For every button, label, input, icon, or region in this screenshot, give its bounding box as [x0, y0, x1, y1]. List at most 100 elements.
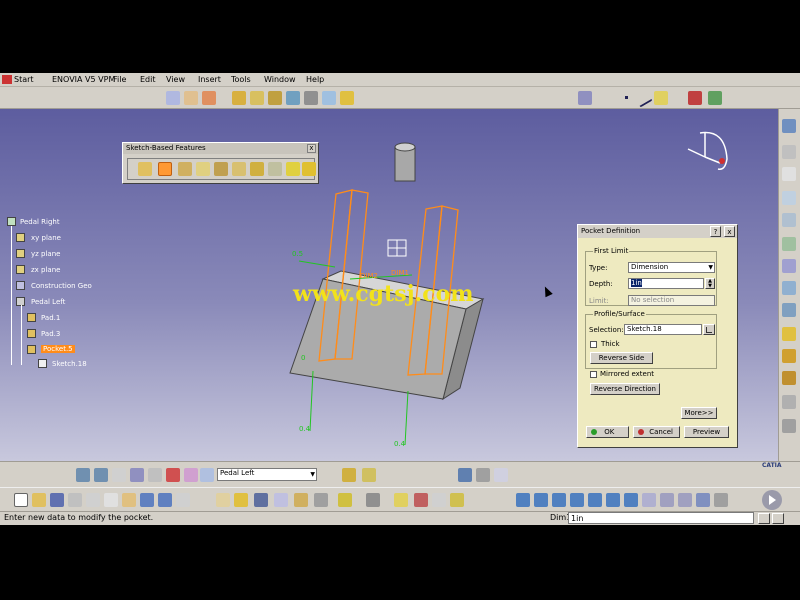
pan-icon[interactable]	[534, 493, 548, 507]
tree-item-sketch18[interactable]: Sketch.18	[52, 360, 87, 368]
constraint-icon[interactable]	[782, 191, 796, 205]
surface-icon[interactable]	[782, 303, 796, 317]
normal-icon[interactable]	[624, 493, 638, 507]
tree-item-pad3[interactable]: Pad.3	[41, 330, 60, 338]
sketch-analysis-icon[interactable]	[338, 493, 352, 507]
measure-icon[interactable]	[112, 468, 126, 482]
play-button[interactable]	[762, 490, 782, 510]
view-icon[interactable]	[714, 493, 728, 507]
loft-icon[interactable]	[286, 162, 300, 176]
draft-icon[interactable]	[782, 349, 796, 363]
print-icon[interactable]	[68, 493, 82, 507]
preview-button[interactable]: Preview	[684, 426, 729, 438]
thread-icon[interactable]	[782, 419, 796, 433]
update-icon[interactable]	[362, 468, 376, 482]
hide-icon[interactable]	[166, 468, 180, 482]
shell-icon[interactable]	[782, 395, 796, 409]
menu-tools[interactable]: Tools	[231, 75, 251, 84]
macro-icon[interactable]	[314, 493, 328, 507]
fit-all-icon[interactable]	[516, 493, 530, 507]
parameter-icon[interactable]	[414, 493, 428, 507]
select-all-icon[interactable]	[216, 493, 230, 507]
save-icon[interactable]	[50, 493, 64, 507]
menu-edit[interactable]: Edit	[140, 75, 156, 84]
menu-file[interactable]: File	[113, 75, 126, 84]
select-icon[interactable]	[166, 91, 180, 105]
sketch-edit-button[interactable]	[703, 324, 715, 335]
pad-icon[interactable]	[232, 91, 246, 105]
rotate-view-icon[interactable]	[552, 493, 566, 507]
swap-space-icon[interactable]	[696, 493, 710, 507]
copy-icon[interactable]	[104, 493, 118, 507]
depth-stepper[interactable]: ▲ ▼	[705, 278, 715, 289]
body-selector[interactable]: Pedal Left ▼	[217, 468, 317, 481]
dim-input[interactable]	[568, 512, 754, 524]
shaft-icon[interactable]	[268, 91, 282, 105]
publish-icon[interactable]	[342, 468, 356, 482]
pad-icon[interactable]	[138, 162, 152, 176]
slot-icon[interactable]	[250, 162, 264, 176]
menu-help[interactable]: Help	[306, 75, 324, 84]
help-button[interactable]: ?	[710, 226, 721, 237]
analysis-icon[interactable]	[274, 493, 288, 507]
stiffener-icon[interactable]	[340, 91, 354, 105]
pocket-icon[interactable]	[158, 162, 172, 176]
sketcher-icon[interactable]	[782, 145, 796, 159]
compass-icon[interactable]	[687, 131, 728, 171]
mirrored-extent-checkbox[interactable]	[590, 371, 597, 378]
tree-item-construction-geo[interactable]: Construction Geo	[31, 282, 92, 290]
help-icon[interactable]	[176, 493, 190, 507]
reverse-direction-button[interactable]: Reverse Direction	[590, 383, 660, 395]
depth-input[interactable]: 1in	[628, 278, 704, 289]
cut-icon[interactable]	[86, 493, 100, 507]
shaft-icon[interactable]	[178, 162, 192, 176]
axis-icon[interactable]	[708, 91, 722, 105]
rib-icon[interactable]	[232, 162, 246, 176]
selection-input[interactable]: Sketch.18	[624, 324, 702, 335]
start-menu[interactable]: Start	[2, 75, 34, 84]
tree-item-root[interactable]: Pedal Right	[20, 218, 60, 226]
remove-loft-icon[interactable]	[302, 162, 316, 176]
hole-icon[interactable]	[304, 91, 318, 105]
fly-mode-icon[interactable]	[76, 468, 90, 482]
plane-surface-icon[interactable]	[654, 91, 668, 105]
snap-icon[interactable]	[458, 468, 472, 482]
status-close-button[interactable]	[772, 513, 784, 524]
plane-icon[interactable]	[578, 91, 592, 105]
feature-icon[interactable]	[394, 493, 408, 507]
hide-show-icon[interactable]	[678, 493, 692, 507]
redo-icon[interactable]	[158, 493, 172, 507]
menu-window[interactable]: Window	[264, 75, 296, 84]
transform-icon[interactable]	[782, 259, 796, 273]
tree-item-pedal-left[interactable]: Pedal Left	[31, 298, 65, 306]
menu-view[interactable]: View	[166, 75, 185, 84]
grid-icon[interactable]	[130, 468, 144, 482]
tree-item-xy[interactable]: xy plane	[31, 234, 61, 242]
groove-icon[interactable]	[286, 91, 300, 105]
thick-checkbox[interactable]	[590, 341, 597, 348]
hole-icon[interactable]	[214, 162, 228, 176]
cancel-button[interactable]: Cancel	[633, 426, 680, 438]
annotation-icon[interactable]	[782, 213, 796, 227]
status-maximize-button[interactable]	[758, 513, 770, 524]
swap-icon[interactable]	[184, 468, 198, 482]
catalog-icon[interactable]	[494, 468, 508, 482]
tree-item-pocket5[interactable]: Pocket.5	[41, 345, 75, 353]
ok-button[interactable]: OK	[586, 426, 629, 438]
limit-input[interactable]: No selection	[628, 295, 715, 306]
undo-icon[interactable]	[140, 493, 154, 507]
tree-item-zx[interactable]: zx plane	[31, 266, 60, 274]
type-select[interactable]: Dimension ▼	[628, 262, 715, 273]
tree-item-yz[interactable]: yz plane	[31, 250, 60, 258]
user-icon[interactable]	[202, 91, 216, 105]
new-file-icon[interactable]	[14, 493, 28, 507]
pattern-icon[interactable]	[782, 237, 796, 251]
rib-icon[interactable]	[322, 91, 336, 105]
knowledge-icon[interactable]	[432, 493, 446, 507]
camera-icon[interactable]	[366, 493, 380, 507]
open-folder-icon[interactable]	[32, 493, 46, 507]
formula-icon[interactable]	[234, 493, 248, 507]
material-icon[interactable]	[782, 327, 796, 341]
fillet-icon[interactable]	[782, 371, 796, 385]
tree-item-pad1[interactable]: Pad.1	[41, 314, 60, 322]
